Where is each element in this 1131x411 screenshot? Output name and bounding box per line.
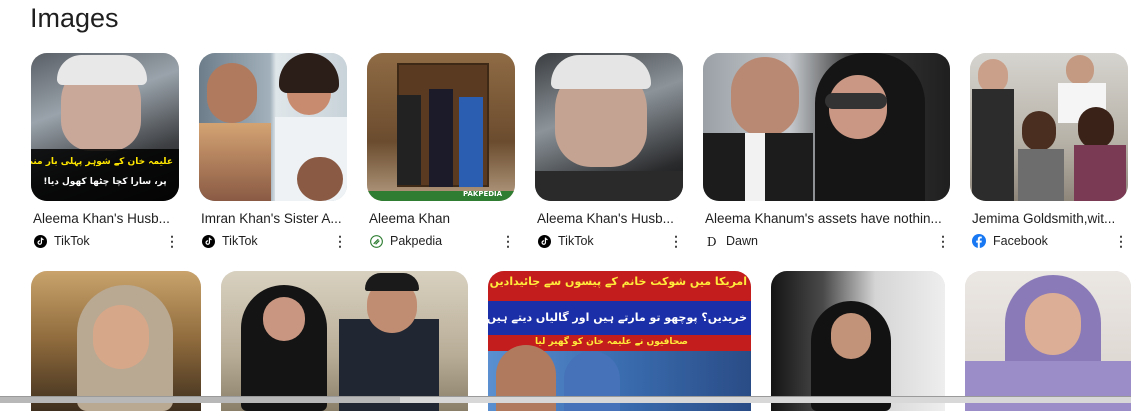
image-result-6[interactable]: Jemima Goldsmith,wit... Facebook ⋮ [970, 53, 1128, 249]
tiktok-icon [201, 234, 215, 248]
thumbnail[interactable]: امریکا میں شوکت خانم کے پیسوں سے جائیداد… [488, 271, 751, 411]
image-result-9[interactable]: امریکا میں شوکت خانم کے پیسوں سے جائیداد… [488, 271, 751, 411]
thumbnail[interactable] [221, 271, 468, 411]
image-result-7[interactable] [31, 271, 201, 411]
image-result-11[interactable] [965, 271, 1131, 411]
pakpedia-icon [369, 234, 383, 248]
more-options-icon[interactable]: ⋮ [669, 233, 683, 249]
image-result-1[interactable]: علیمہ خان کے شوہر پہلی بار منظر عام پر، … [31, 53, 179, 249]
source-name[interactable]: TikTok [54, 234, 165, 248]
image-result-2[interactable]: Imran Khan's Sister A... TikTok ⋮ [199, 53, 347, 249]
thumbnail[interactable]: علیمہ خان کے شوہر پہلی بار منظر عام پر، … [31, 53, 179, 201]
more-options-icon[interactable]: ⋮ [936, 233, 950, 249]
result-title[interactable]: Aleema Khanum's assets have nothin... [703, 210, 950, 228]
result-title[interactable]: Aleema Khan's Husb... [535, 210, 683, 228]
svg-text:D: D [706, 235, 716, 248]
image-result-10[interactable] [771, 271, 945, 411]
tiktok-icon [537, 234, 551, 248]
source-name[interactable]: TikTok [558, 234, 669, 248]
more-options-icon[interactable]: ⋮ [333, 233, 347, 249]
thumbnail[interactable] [965, 271, 1131, 411]
result-title[interactable]: Aleema Khan [367, 210, 515, 228]
thumbnail[interactable] [771, 271, 945, 411]
more-options-icon[interactable]: ⋮ [501, 233, 515, 249]
source-name[interactable]: TikTok [222, 234, 333, 248]
overlay-line-3: صحافیوں نے علیمہ خان کو گھیر لیا [534, 337, 688, 347]
result-title[interactable]: Jemima Goldsmith,wit... [970, 210, 1128, 228]
dawn-icon: D [705, 234, 719, 248]
image-result-5[interactable]: Aleema Khanum's assets have nothin... D … [703, 53, 950, 249]
watermark: PAKPEDIA [463, 190, 503, 198]
image-result-4[interactable]: Aleema Khan's Husb... TikTok ⋮ [535, 53, 683, 249]
thumbnail[interactable] [31, 271, 201, 411]
more-options-icon[interactable]: ⋮ [1114, 233, 1128, 249]
thumbnail[interactable] [703, 53, 950, 201]
thumbnail[interactable] [199, 53, 347, 201]
overlay-line-1: امریکا میں شوکت خانم کے پیسوں سے جائیداد… [488, 275, 747, 288]
source-name[interactable]: Facebook [993, 234, 1114, 248]
image-result-3[interactable]: PAKPEDIA Aleema Khan Pakpedia ⋮ [367, 53, 515, 249]
thumbnail[interactable]: PAKPEDIA [367, 53, 515, 201]
tiktok-icon [33, 234, 47, 248]
overlay-line-1: علیمہ خان کے شوہر پہلی بار منظر عام [31, 157, 173, 167]
overlay-line-2: پر، سارا کچا چٹھا کھول دیا! [43, 177, 167, 187]
thumbnail[interactable] [535, 53, 683, 201]
more-options-icon[interactable]: ⋮ [165, 233, 179, 249]
facebook-icon [972, 234, 986, 248]
source-name[interactable]: Pakpedia [390, 234, 501, 248]
result-title[interactable]: Imran Khan's Sister A... [199, 210, 347, 228]
thumbnail[interactable] [970, 53, 1128, 201]
source-name[interactable]: Dawn [726, 234, 936, 248]
overlay-line-2: خریدیں؟ پوچھو تو مارتے ہیں اور گالیاں دی… [488, 311, 747, 324]
section-title: Images [30, 3, 119, 33]
result-title[interactable]: Aleema Khan's Husb... [31, 210, 179, 228]
image-result-8[interactable] [221, 271, 468, 411]
